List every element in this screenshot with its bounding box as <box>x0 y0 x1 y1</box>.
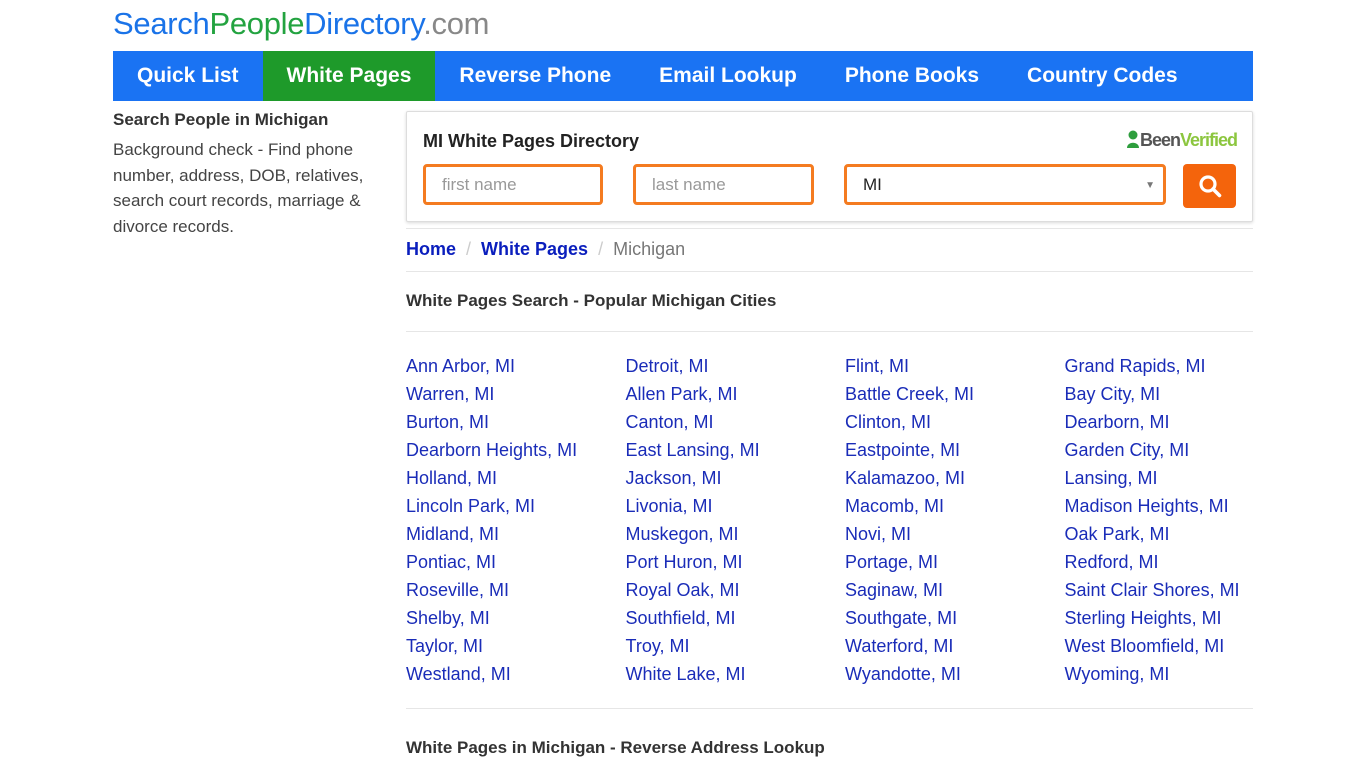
city-link[interactable]: East Lansing, MI <box>626 436 846 464</box>
city-link[interactable]: Redford, MI <box>1065 548 1285 576</box>
city-link[interactable]: Kalamazoo, MI <box>845 464 1065 492</box>
city-link[interactable]: Southfield, MI <box>626 604 846 632</box>
city-link[interactable]: Livonia, MI <box>626 492 846 520</box>
city-link[interactable]: Port Huron, MI <box>626 548 846 576</box>
breadcrumb-home[interactable]: Home <box>406 239 456 259</box>
city-link[interactable]: Wyandotte, MI <box>845 660 1065 688</box>
city-link[interactable]: Ann Arbor, MI <box>406 352 626 380</box>
city-link[interactable]: Flint, MI <box>845 352 1065 380</box>
city-link[interactable]: Muskegon, MI <box>626 520 846 548</box>
beenverified-part2: Verified <box>1179 130 1238 150</box>
sidebar-heading: Search People in Michigan <box>113 110 329 129</box>
logo-part-com: .com <box>423 6 490 41</box>
sidebar-text: Background check - Find phone number, ad… <box>113 140 364 236</box>
city-link[interactable]: Lansing, MI <box>1065 464 1285 492</box>
search-box: MI White Pages Directory BeenVerified fi… <box>406 111 1253 222</box>
state-select-value: MI <box>863 175 882 194</box>
first-name-input[interactable]: first name <box>423 164 603 205</box>
city-link[interactable]: Oak Park, MI <box>1065 520 1285 548</box>
divider <box>406 708 1253 709</box>
city-link[interactable]: Sterling Heights, MI <box>1065 604 1285 632</box>
breadcrumb-separator: / <box>598 239 604 259</box>
divider <box>406 331 1253 332</box>
city-link[interactable]: Lincoln Park, MI <box>406 492 626 520</box>
logo-part-people: People <box>209 6 305 41</box>
city-link[interactable]: Burton, MI <box>406 408 626 436</box>
city-link[interactable]: Jackson, MI <box>626 464 846 492</box>
city-link[interactable]: Taylor, MI <box>406 632 626 660</box>
city-link[interactable]: Shelby, MI <box>406 604 626 632</box>
city-link[interactable]: Portage, MI <box>845 548 1065 576</box>
logo-part-search: Search <box>113 6 210 41</box>
city-list: Ann Arbor, MI Detroit, MI Flint, MI Grand R… <box>406 352 1266 688</box>
city-link[interactable]: Detroit, MI <box>626 352 846 380</box>
breadcrumb-white-pages[interactable]: White Pages <box>481 239 588 259</box>
city-link[interactable]: Dearborn, MI <box>1065 408 1285 436</box>
city-link[interactable]: Novi, MI <box>845 520 1065 548</box>
city-link[interactable]: Eastpointe, MI <box>845 436 1065 464</box>
site-logo[interactable]: SearchPeopleDirectory.com <box>113 4 489 44</box>
search-icon <box>1198 175 1221 198</box>
breadcrumb-separator: / <box>466 239 472 259</box>
nav-email-lookup[interactable]: Email Lookup <box>635 51 821 101</box>
city-link[interactable]: Waterford, MI <box>845 632 1065 660</box>
city-link[interactable]: Saginaw, MI <box>845 576 1065 604</box>
city-link[interactable]: Macomb, MI <box>845 492 1065 520</box>
state-select[interactable]: MI ▼ <box>844 164 1166 205</box>
nav-reverse-phone[interactable]: Reverse Phone <box>435 51 635 101</box>
nav-country-codes[interactable]: Country Codes <box>1003 51 1202 101</box>
section-title-reverse-address: White Pages in Michigan - Reverse Addres… <box>406 738 825 757</box>
city-link[interactable]: Southgate, MI <box>845 604 1065 632</box>
sidebar: Search People in Michigan Background che… <box>113 108 383 239</box>
city-link[interactable]: Canton, MI <box>626 408 846 436</box>
city-link[interactable]: Bay City, MI <box>1065 380 1285 408</box>
city-link[interactable]: Dearborn Heights, MI <box>406 436 626 464</box>
city-link[interactable]: Grand Rapids, MI <box>1065 352 1285 380</box>
city-link[interactable]: Wyoming, MI <box>1065 660 1285 688</box>
city-link[interactable]: Westland, MI <box>406 660 626 688</box>
city-link[interactable]: Holland, MI <box>406 464 626 492</box>
city-link[interactable]: Pontiac, MI <box>406 548 626 576</box>
breadcrumb-current: Michigan <box>613 239 686 259</box>
city-link[interactable]: Roseville, MI <box>406 576 626 604</box>
city-link[interactable]: Battle Creek, MI <box>845 380 1065 408</box>
city-link[interactable]: Troy, MI <box>626 632 846 660</box>
city-link[interactable]: Warren, MI <box>406 380 626 408</box>
city-link[interactable]: Clinton, MI <box>845 408 1065 436</box>
city-link[interactable]: Madison Heights, MI <box>1065 492 1285 520</box>
city-link[interactable]: Allen Park, MI <box>626 380 846 408</box>
city-link[interactable]: Midland, MI <box>406 520 626 548</box>
nav-phone-books[interactable]: Phone Books <box>821 51 1003 101</box>
city-link[interactable]: Saint Clair Shores, MI <box>1065 576 1285 604</box>
beenverified-logo[interactable]: BeenVerified <box>1126 130 1238 151</box>
nav-quick-list[interactable]: Quick List <box>113 51 263 101</box>
breadcrumb: Home / White Pages / Michigan <box>406 228 1253 272</box>
city-link[interactable]: Garden City, MI <box>1065 436 1285 464</box>
city-link[interactable]: Royal Oak, MI <box>626 576 846 604</box>
nav-white-pages[interactable]: White Pages <box>262 51 436 101</box>
main-nav: Quick List White Pages Reverse Phone Ema… <box>113 51 1253 101</box>
last-name-input[interactable]: last name <box>633 164 814 205</box>
section-title-popular-cities: White Pages Search - Popular Michigan Ci… <box>406 291 777 310</box>
beenverified-part1: Been <box>1139 130 1181 150</box>
chevron-down-icon: ▼ <box>1145 180 1155 191</box>
city-link[interactable]: West Bloomfield, MI <box>1065 632 1285 660</box>
logo-part-directory: Directory <box>304 6 424 41</box>
city-link[interactable]: White Lake, MI <box>626 660 846 688</box>
person-icon <box>1126 130 1139 148</box>
search-button[interactable] <box>1183 164 1236 208</box>
search-title: MI White Pages Directory <box>423 131 640 151</box>
